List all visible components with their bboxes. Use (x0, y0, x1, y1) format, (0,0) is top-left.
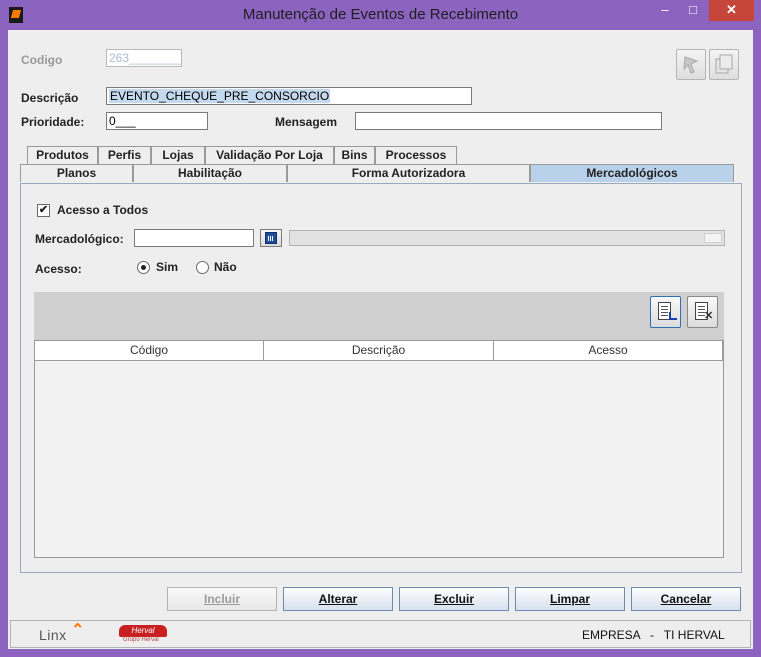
copy-icon (715, 54, 733, 74)
tab-row-1: Produtos Perfis Lojas Validação Por Loja… (20, 146, 460, 164)
tab-mercadologicos[interactable]: Mercadológicos (530, 164, 734, 182)
close-button[interactable]: ✕ (709, 0, 754, 21)
mensagem-field[interactable] (355, 112, 662, 130)
acesso-todos-label: Acesso a Todos (57, 203, 149, 217)
column-header-acesso[interactable]: Acesso (494, 341, 723, 360)
codigo-label: Codigo (21, 53, 63, 67)
prioridade-field[interactable]: 0___ (106, 112, 208, 130)
title-bar[interactable]: Manutenção de Eventos de Recebimento – □… (0, 0, 761, 30)
status-footer: Linx ⌃ Herval Grupo Herval EMPRESA - TI … (10, 620, 751, 648)
cancelar-button[interactable]: Cancelar (631, 587, 741, 611)
app-window: Manutenção de Eventos de Recebimento – □… (0, 0, 761, 657)
mercadologico-field[interactable] (134, 229, 254, 247)
pin-button[interactable] (676, 49, 706, 80)
nao-radio[interactable] (196, 261, 209, 274)
sim-radio[interactable] (137, 261, 150, 274)
acesso-todos-checkbox[interactable]: ✔ (37, 204, 50, 217)
tab-forma-autorizadora[interactable]: Forma Autorizadora (287, 164, 530, 182)
column-header-descricao[interactable]: Descrição (264, 341, 494, 360)
descricao-field[interactable]: EVENTO_CHEQUE_PRE_CONSORCIO (106, 87, 472, 105)
incluir-button[interactable]: Incluir (167, 587, 277, 611)
grid-toolbar: ✕ (34, 292, 724, 340)
alterar-button[interactable]: Alterar (283, 587, 393, 611)
maximize-button[interactable]: □ (680, 0, 706, 21)
codigo-field: 263________ (106, 49, 182, 67)
tab-lojas[interactable]: Lojas (151, 146, 205, 164)
sim-label: Sim (156, 260, 179, 274)
add-item-button[interactable] (650, 296, 681, 328)
excluir-button[interactable]: Excluir (399, 587, 509, 611)
tab-processos[interactable]: Processos (375, 146, 457, 164)
tab-perfis[interactable]: Perfis (98, 146, 151, 164)
table-header: Código Descrição Acesso (35, 341, 723, 361)
column-header-codigo[interactable]: Código (35, 341, 264, 360)
mercadologico-description-field (289, 230, 725, 246)
tab-produtos[interactable]: Produtos (27, 146, 98, 164)
acesso-label: Acesso: (35, 262, 82, 276)
mercadologico-label: Mercadológico: (35, 232, 124, 246)
linx-logo-mark: ⌃ (71, 622, 85, 639)
tab-habilitacao[interactable]: Habilitação (133, 164, 287, 182)
window-title: Manutenção de Eventos de Recebimento (242, 6, 519, 23)
mensagem-label: Mensagem (275, 115, 338, 129)
form-body: Codigo 263________ Descrição EVENTO_CHEQ… (8, 30, 753, 649)
minimize-button[interactable]: – (652, 0, 678, 21)
mercadologicos-panel: ✔ Acesso a Todos Mercadológico: Acesso: … (20, 183, 742, 573)
prioridade-label: Prioridade: (21, 115, 85, 129)
empresa-status: EMPRESA - TI HERVAL (582, 628, 725, 642)
remove-item-button[interactable]: ✕ (687, 296, 718, 328)
tab-validacao-por-loja[interactable]: Validação Por Loja (205, 146, 334, 164)
copy-button[interactable] (709, 49, 739, 80)
herval-logo: Herval Grupo Herval (119, 625, 167, 645)
tab-bins[interactable]: Bins (334, 146, 375, 164)
descricao-label: Descrição (21, 91, 79, 105)
nao-label: Não (214, 260, 237, 274)
lookup-button[interactable] (260, 229, 282, 247)
tab-row-2: Planos Habilitação Forma Autorizadora Me… (20, 164, 743, 182)
linx-logo: Linx (39, 627, 67, 643)
limpar-button[interactable]: Limpar (515, 587, 625, 611)
mercadologicos-table[interactable]: Código Descrição Acesso (34, 340, 724, 558)
calculator-icon (265, 232, 277, 244)
tab-planos[interactable]: Planos (20, 164, 133, 182)
pin-icon (683, 56, 699, 74)
